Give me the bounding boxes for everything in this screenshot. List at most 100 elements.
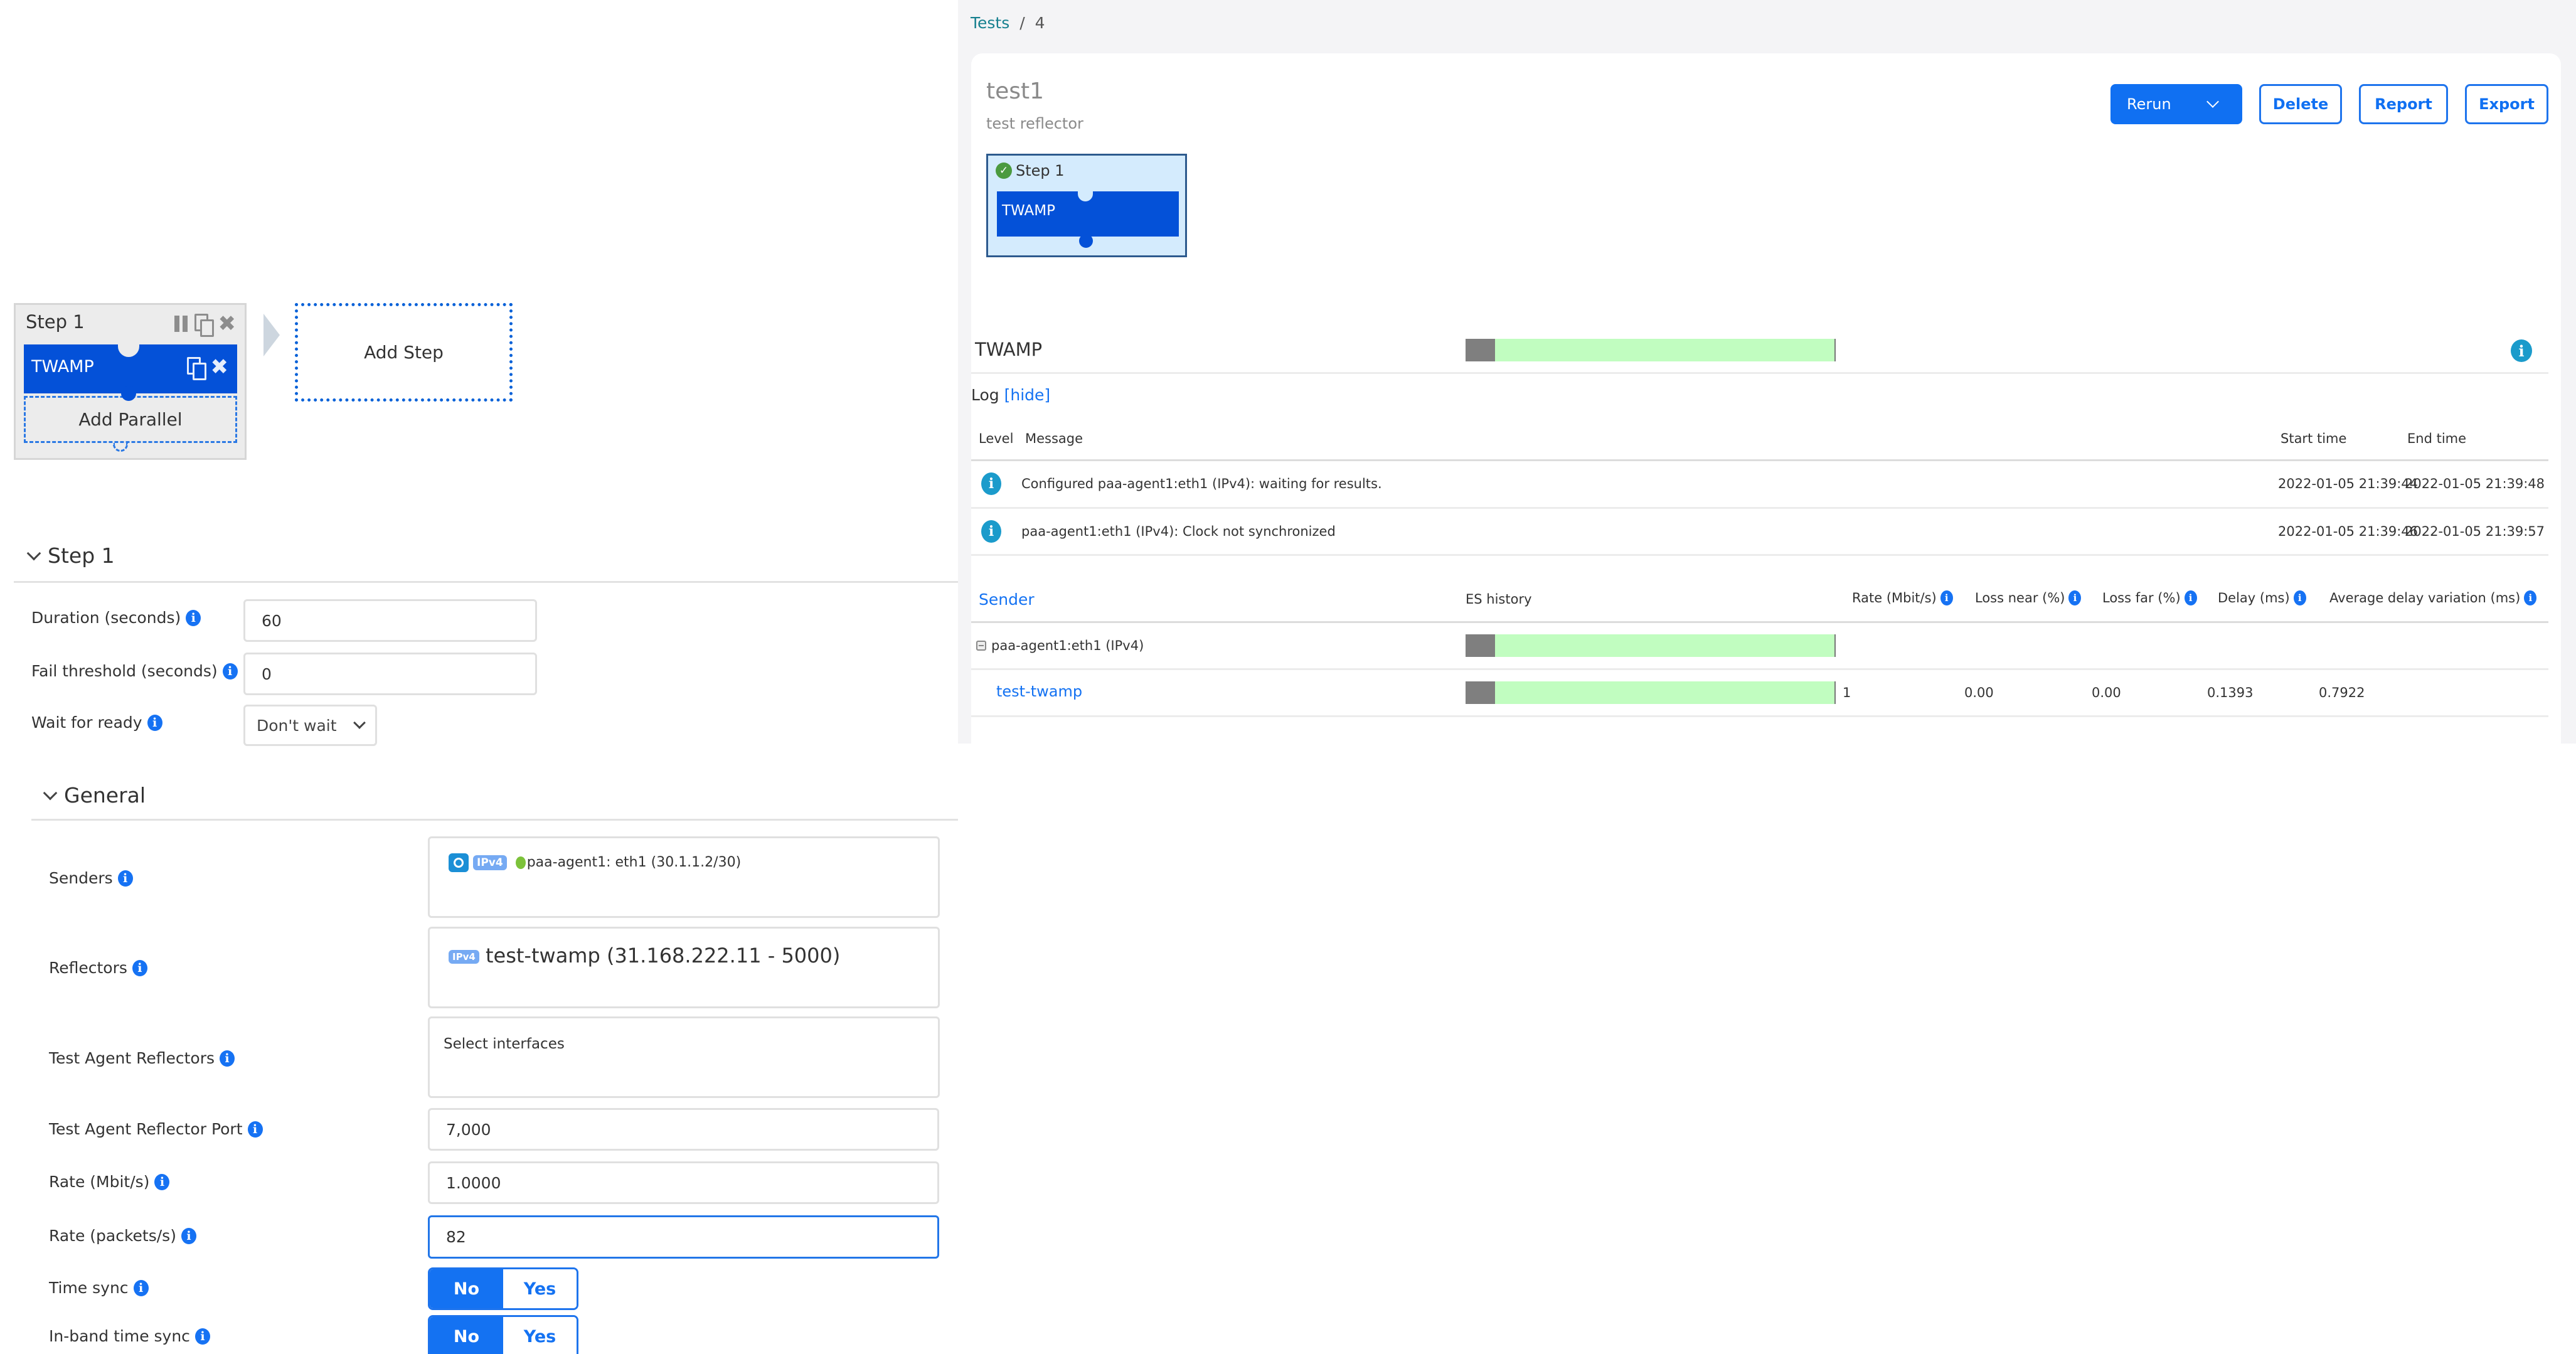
time-sync-yes[interactable]: Yes	[503, 1269, 577, 1308]
step-section-header[interactable]: Step 1	[26, 543, 115, 568]
info-icon[interactable]: i	[1940, 590, 1953, 605]
rerun-label: Rerun	[2127, 95, 2171, 113]
info-icon[interactable]: i	[2184, 590, 2197, 605]
info-icon[interactable]: i	[247, 1121, 263, 1138]
task-block-twamp[interactable]: TWAMP ✖	[24, 343, 237, 401]
action-buttons: Rerun Delete Report Export	[2110, 84, 2548, 124]
wait-for-ready-label: Wait for ready i	[31, 713, 162, 732]
info-icon[interactable]: i	[132, 959, 147, 976]
close-icon[interactable]: ✖	[211, 356, 229, 378]
info-icon[interactable]: i	[2293, 590, 2306, 605]
step-card-tools: ✖	[174, 313, 237, 337]
rate-packets-label: Rate (packets/s) i	[49, 1227, 196, 1245]
info-icon[interactable]: i	[220, 1050, 235, 1067]
step-card[interactable]: Step 1 ✖ TWAMP ✖ Add Parallel	[14, 303, 247, 460]
fail-threshold-input[interactable]: 0	[243, 653, 537, 695]
delete-button[interactable]: Delete	[2259, 84, 2342, 124]
breadcrumb-separator: /	[1019, 14, 1025, 32]
log-col-level: Level	[979, 431, 1014, 446]
task-row-name: TWAMP	[975, 339, 1043, 360]
sender-group-row: − paa-agent1:eth1 (IPv4)	[971, 623, 2548, 668]
general-section-header[interactable]: General	[43, 783, 146, 808]
info-icon[interactable]: i	[2068, 590, 2082, 605]
inband-time-sync-no[interactable]: No	[430, 1317, 503, 1354]
time-sync-no[interactable]: No	[430, 1269, 503, 1308]
run-step-card[interactable]: ✓ Step 1 TWAMP	[986, 154, 1187, 257]
info-icon[interactable]: i	[2524, 590, 2537, 605]
task-label: TWAMP	[31, 357, 94, 376]
connector-knob	[1079, 234, 1093, 248]
rate-mbit-input[interactable]: 1.0000	[428, 1161, 939, 1204]
reflector-port-input[interactable]: 7,000	[428, 1108, 939, 1151]
info-icon[interactable]: i	[194, 1328, 210, 1345]
info-icon[interactable]: i	[181, 1227, 196, 1244]
collapse-icon[interactable]: −	[976, 641, 986, 651]
test-title: test1	[986, 78, 1045, 104]
test-agent-reflectors-select[interactable]: Select interfaces	[428, 1016, 940, 1098]
stream-row: test-twamp 1 0.00 0.00 0.1393 0.7922	[971, 670, 2548, 715]
breadcrumb-tests-link[interactable]: Tests	[971, 14, 1009, 32]
log-row: i Configured paa-agent1:eth1 (IPv4): wai…	[971, 461, 2548, 507]
es-errored-segment	[1466, 681, 1496, 704]
divider	[971, 554, 2548, 556]
reflectors-field[interactable]: IPv4 test-twamp (31.168.222.11 - 5000)	[428, 927, 940, 1008]
copy-icon[interactable]	[186, 357, 206, 380]
time-sync-toggle[interactable]: No Yes	[428, 1267, 578, 1310]
copy-icon[interactable]	[194, 314, 214, 337]
task-es-history	[1466, 339, 1836, 361]
col-delay-label: Delay (ms)	[2218, 590, 2290, 605]
add-parallel-button[interactable]: Add Parallel	[24, 396, 237, 443]
test-agent-reflectors-label-text: Test Agent Reflectors	[49, 1049, 215, 1067]
col-rate: Rate (Mbit/s) i	[1852, 590, 1953, 605]
senders-field[interactable]: IPv4 paa-agent1: eth1 (30.1.1.2/30)	[428, 836, 940, 918]
sender-value: paa-agent1: eth1 (30.1.1.2/30)	[526, 855, 742, 870]
col-sender[interactable]: Sender	[979, 590, 1035, 609]
stream-loss-near: 0.00	[1964, 685, 1994, 700]
info-icon[interactable]: i	[133, 1279, 149, 1296]
info-icon[interactable]: i	[186, 609, 201, 626]
log-message: paa-agent1:eth1 (IPv4): Clock not synchr…	[1021, 524, 1336, 539]
wait-for-ready-select[interactable]: Don't wait	[243, 705, 377, 746]
close-icon[interactable]: ✖	[218, 313, 237, 334]
stream-name-link[interactable]: test-twamp	[996, 683, 1082, 700]
col-avg-delay-variation: Average delay variation (ms) i	[2329, 590, 2537, 605]
duration-input[interactable]: 60	[243, 599, 537, 642]
time-sync-label-text: Time sync	[49, 1279, 129, 1297]
test-result-card: test1 test reflector Rerun Delete Report…	[971, 53, 2561, 744]
pause-icon[interactable]	[174, 316, 188, 332]
chevron-down-icon	[353, 717, 366, 729]
task-tools: ✖	[186, 356, 229, 380]
reflector-value: test-twamp (31.168.222.11 - 5000)	[485, 944, 841, 968]
sender-group-name: paa-agent1:eth1 (IPv4)	[991, 638, 1144, 653]
run-step-header: ✓ Step 1	[996, 162, 1065, 179]
stream-loss-far: 0.00	[2092, 685, 2121, 700]
col-loss-far-label: Loss far (%)	[2102, 590, 2181, 605]
rate-packets-input[interactable]: 82	[428, 1215, 939, 1259]
duration-label: Duration (seconds) i	[31, 609, 201, 627]
inband-time-sync-yes[interactable]: Yes	[503, 1317, 577, 1354]
stream-rate: 1	[1843, 685, 1851, 700]
log-hide-link[interactable]: [hide]	[1004, 386, 1051, 404]
info-icon[interactable]: i	[2511, 339, 2532, 362]
inband-time-sync-label: In-band time sync i	[49, 1327, 210, 1345]
divider	[31, 819, 958, 821]
report-button[interactable]: Report	[2359, 84, 2448, 124]
rerun-button[interactable]: Rerun	[2110, 84, 2242, 124]
inband-time-sync-toggle[interactable]: No Yes	[428, 1315, 578, 1354]
add-step-button[interactable]: Add Step	[295, 303, 513, 402]
test-description: test reflector	[986, 115, 1083, 132]
rate-mbit-label-text: Rate (Mbit/s)	[49, 1173, 150, 1191]
log-col-message: Message	[1025, 431, 1083, 446]
info-icon[interactable]: i	[154, 1173, 170, 1190]
ipv4-badge: IPv4	[449, 950, 479, 964]
ipv4-badge: IPv4	[473, 855, 507, 870]
col-es-history: ES history	[1466, 592, 1532, 607]
breadcrumb: Tests / 4	[971, 14, 1045, 32]
reflector-port-label: Test Agent Reflector Port i	[49, 1120, 263, 1138]
sender-group: − paa-agent1:eth1 (IPv4)	[976, 638, 1144, 653]
info-icon[interactable]: i	[117, 870, 133, 887]
es-ok-segment	[1495, 634, 1836, 657]
info-icon[interactable]: i	[147, 714, 162, 731]
info-icon[interactable]: i	[222, 663, 238, 680]
export-button[interactable]: Export	[2465, 84, 2548, 124]
